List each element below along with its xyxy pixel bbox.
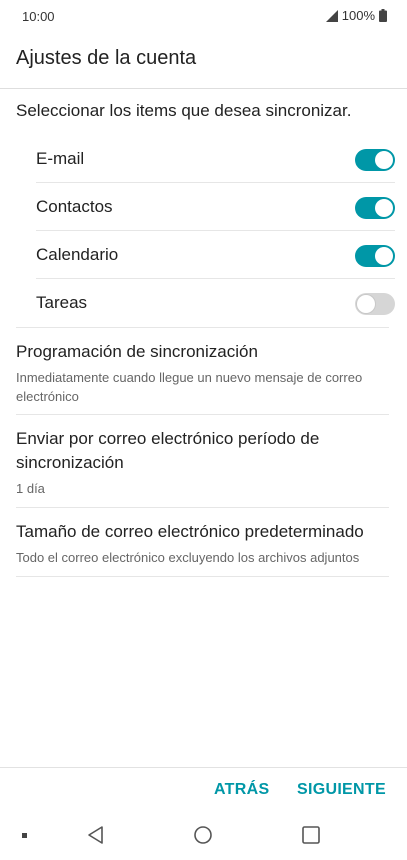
- setting-divider: [16, 414, 389, 415]
- battery-icon: [379, 9, 387, 22]
- page-title: Ajustes de la cuenta: [16, 47, 197, 69]
- action-bar: ATRÁS SIGUIENTE: [0, 767, 407, 814]
- contacts-toggle[interactable]: [355, 197, 395, 219]
- app-bar: Ajustes de la cuenta: [0, 32, 407, 88]
- calendar-toggle[interactable]: [355, 245, 395, 267]
- system-nav-bar: [0, 813, 407, 860]
- setting-summary: Inmediatamente cuando llegue un nuevo me…: [16, 370, 363, 404]
- sync-label-tasks: Tareas: [36, 293, 88, 312]
- sync-row-calendar[interactable]: Calendario: [0, 231, 407, 279]
- toggle-knob: [375, 247, 393, 265]
- sync-label-email: E-mail: [36, 149, 85, 168]
- back-triangle-icon[interactable]: [86, 823, 106, 847]
- toggle-knob: [375, 199, 393, 217]
- battery-percent: 100%: [341, 8, 375, 23]
- sync-row-tasks[interactable]: Tareas: [0, 279, 407, 327]
- header-divider: [0, 88, 407, 89]
- signal-icon: [325, 9, 338, 22]
- recents-square-icon[interactable]: [301, 823, 321, 847]
- setting-title: Enviar por correo electrónico período de…: [16, 429, 320, 472]
- setting-divider: [16, 576, 389, 577]
- setting-sync-period[interactable]: Enviar por correo electrónico período de…: [16, 427, 389, 498]
- next-button[interactable]: SIGUIENTE: [297, 781, 386, 799]
- sync-row-contacts[interactable]: Contactos: [0, 183, 407, 231]
- sync-label-calendar: Calendario: [36, 245, 119, 264]
- setting-title: Programación de sincronización: [16, 342, 258, 361]
- email-toggle[interactable]: [355, 149, 395, 171]
- back-button[interactable]: ATRÁS: [214, 781, 269, 799]
- section-divider: [16, 327, 389, 328]
- status-right: 100%: [325, 8, 387, 23]
- setting-summary: Todo el correo electrónico excluyendo lo…: [16, 550, 360, 565]
- setting-title: Tamaño de correo electrónico predetermin…: [16, 522, 364, 541]
- tasks-toggle[interactable]: [355, 293, 395, 315]
- setting-email-size[interactable]: Tamaño de correo electrónico predetermin…: [16, 520, 389, 567]
- setting-summary: 1 día: [16, 481, 45, 496]
- sync-hint: Seleccionar los items que desea sincroni…: [16, 101, 352, 120]
- square-dot-icon[interactable]: [18, 823, 30, 847]
- toggle-knob: [357, 295, 375, 313]
- home-circle-icon[interactable]: [192, 823, 214, 847]
- status-bar: 10:00 100%: [0, 0, 407, 32]
- toggle-knob: [375, 151, 393, 169]
- setting-sync-schedule[interactable]: Programación de sincronización Inmediata…: [16, 340, 389, 406]
- sync-row-email[interactable]: E-mail: [0, 135, 407, 183]
- sync-label-contacts: Contactos: [36, 197, 113, 216]
- status-time: 10:00: [22, 9, 55, 24]
- setting-divider: [16, 507, 389, 508]
